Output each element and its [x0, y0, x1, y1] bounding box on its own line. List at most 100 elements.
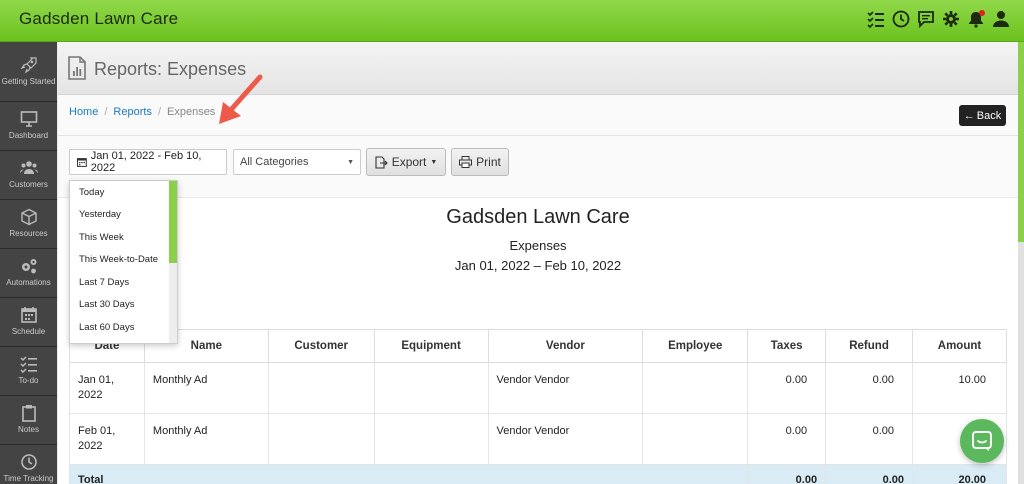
column-header[interactable]: Amount — [912, 329, 1007, 363]
gears-icon — [21, 259, 36, 274]
date-option-last-30-days[interactable]: Last 30 Days — [70, 294, 177, 317]
box-icon — [20, 208, 37, 226]
cell-customer — [267, 362, 375, 414]
cell-date: Jan 01, 2022 — [69, 362, 145, 414]
sidebar-item-notes[interactable]: Notes — [0, 396, 57, 445]
user-icon[interactable] — [992, 10, 1010, 30]
arrow-left-icon: ← — [963, 109, 975, 122]
page-scrollbar-thumb[interactable] — [1018, 42, 1024, 242]
report-file-icon — [68, 56, 86, 80]
date-option-last-7-days[interactable]: Last 7 Days — [70, 271, 177, 294]
report-body: Gadsden Lawn Care Expenses Jan 01, 2022 … — [58, 198, 1018, 484]
sidebar-item-label: Resources — [9, 229, 48, 238]
cell-employee — [642, 362, 749, 414]
checklist-icon — [19, 356, 37, 373]
breadcrumb: Home / Reports / Expenses — [69, 106, 215, 118]
sidebar-item-getting-started[interactable]: Getting Started — [0, 42, 57, 102]
date-option-yesterday[interactable]: Yesterday — [70, 204, 177, 227]
total-refund: 0.00 — [825, 464, 913, 484]
calendar-icon — [77, 158, 87, 167]
chat-launcher-button[interactable] — [960, 419, 1004, 463]
rocket-icon — [20, 56, 37, 73]
clock-icon[interactable] — [892, 10, 910, 30]
sidebar-item-label: Time Tracking — [3, 474, 54, 483]
category-select[interactable]: All Categories ▼ — [233, 149, 361, 175]
app-title[interactable]: Gadsden Lawn Care — [19, 9, 178, 29]
dropdown-scrollbar[interactable] — [169, 181, 177, 343]
sidebar-item-resources[interactable]: Resources — [0, 200, 57, 249]
checklist-icon[interactable] — [867, 10, 885, 30]
cell-date: Feb 01, 2022 — [69, 413, 145, 465]
calendar-icon — [20, 307, 37, 323]
date-option-this-week-to-date[interactable]: This Week-to-Date — [70, 249, 177, 272]
main-content: Reports: Expenses Home / Reports / Expenses … — [58, 42, 1018, 484]
back-button-label: Back — [976, 109, 1002, 122]
sidebar-item-label: Dashboard — [8, 131, 49, 140]
date-range-dropdown: Today Yesterday This Week This Week-to-D… — [69, 180, 178, 344]
monitor-icon — [20, 111, 37, 127]
report-company-name: Gadsden Lawn Care — [446, 206, 630, 228]
cell-taxes: 0.00 — [747, 413, 827, 465]
cell-customer — [267, 413, 375, 465]
breadcrumb-bar: Home / Reports / Expenses ← Back — [58, 95, 1018, 136]
sidebar-item-customers[interactable]: Customers — [0, 151, 57, 200]
column-header[interactable]: Employee — [642, 329, 749, 363]
page-scrollbar[interactable] — [1018, 42, 1024, 484]
dropdown-scrollbar-thumb[interactable] — [169, 181, 177, 263]
column-header[interactable]: Refund — [825, 329, 913, 363]
print-button-label: Print — [476, 155, 501, 169]
breadcrumb-reports-link[interactable]: Reports — [113, 106, 152, 118]
date-range-picker[interactable]: Jan 01, 2022 - Feb 10, 2022 — [69, 149, 227, 175]
column-header[interactable]: Taxes — [747, 329, 827, 363]
sidebar-item-dashboard[interactable]: Dashboard — [0, 102, 57, 151]
bell-icon[interactable] — [967, 10, 985, 30]
cell-equipment — [373, 362, 489, 414]
caret-down-icon: ▼ — [430, 158, 438, 166]
users-icon — [19, 161, 38, 174]
page-header: Reports: Expenses — [58, 42, 1018, 95]
cell-vendor: Vendor Vendor — [487, 362, 644, 414]
sidebar-item-label: Customers — [9, 180, 48, 189]
export-icon — [375, 155, 388, 169]
sidebar-item-label: Automations — [6, 278, 51, 287]
cell-name: Monthly Ad — [143, 362, 269, 414]
date-option-this-week[interactable]: This Week — [70, 226, 177, 249]
sidebar-item-schedule[interactable]: Schedule — [0, 298, 57, 347]
export-button-label: Export — [391, 155, 427, 169]
cell-refund: 0.00 — [825, 413, 913, 465]
clipboard-icon — [21, 405, 36, 422]
table-row[interactable]: Jan 01, 2022 Monthly Ad Vendor Vendor 0.… — [69, 362, 1007, 414]
report-subtitle: Expenses — [509, 238, 567, 253]
date-option-last-60-days[interactable]: Last 60 Days — [70, 316, 177, 339]
notification-dot — [979, 10, 985, 16]
sidebar-item-label: Schedule — [11, 327, 46, 336]
clock-icon — [20, 454, 37, 470]
cell-equipment — [373, 413, 489, 465]
chat-icon[interactable] — [917, 10, 935, 30]
total-label: Total — [68, 464, 749, 484]
column-header[interactable]: Vendor — [487, 329, 644, 363]
total-amount: 20.00 — [912, 464, 1007, 484]
total-taxes: 0.00 — [747, 464, 827, 484]
top-icon-bar — [867, 10, 1010, 30]
sidebar-item-label: Getting Started — [1, 76, 56, 86]
date-range-value: Jan 01, 2022 - Feb 10, 2022 — [90, 150, 202, 174]
sidebar-item-time-tracking[interactable]: Time Tracking — [0, 445, 57, 484]
cell-name: Monthly Ad — [143, 413, 269, 465]
breadcrumb-separator: / — [157, 106, 161, 118]
date-option-today[interactable]: Today — [70, 181, 177, 204]
column-header[interactable]: Customer — [267, 329, 375, 363]
sidebar-item-todo[interactable]: To-do — [0, 347, 57, 396]
back-button[interactable]: ← Back — [959, 105, 1006, 126]
breadcrumb-home-link[interactable]: Home — [69, 106, 98, 118]
export-button[interactable]: Export ▼ — [366, 148, 446, 176]
table-row[interactable]: Feb 01, 2022 Monthly Ad Vendor Vendor 0.… — [69, 413, 1007, 465]
column-header[interactable]: Equipment — [373, 329, 489, 363]
breadcrumb-separator: / — [104, 106, 108, 118]
breadcrumb-current: Expenses — [167, 106, 216, 118]
sidebar-item-automations[interactable]: Automations — [0, 249, 57, 298]
cell-employee — [642, 413, 749, 465]
print-button[interactable]: Print — [451, 148, 509, 176]
gear-icon[interactable] — [942, 10, 960, 30]
sidebar: Getting Started Dashboard Customers Reso… — [0, 42, 57, 484]
